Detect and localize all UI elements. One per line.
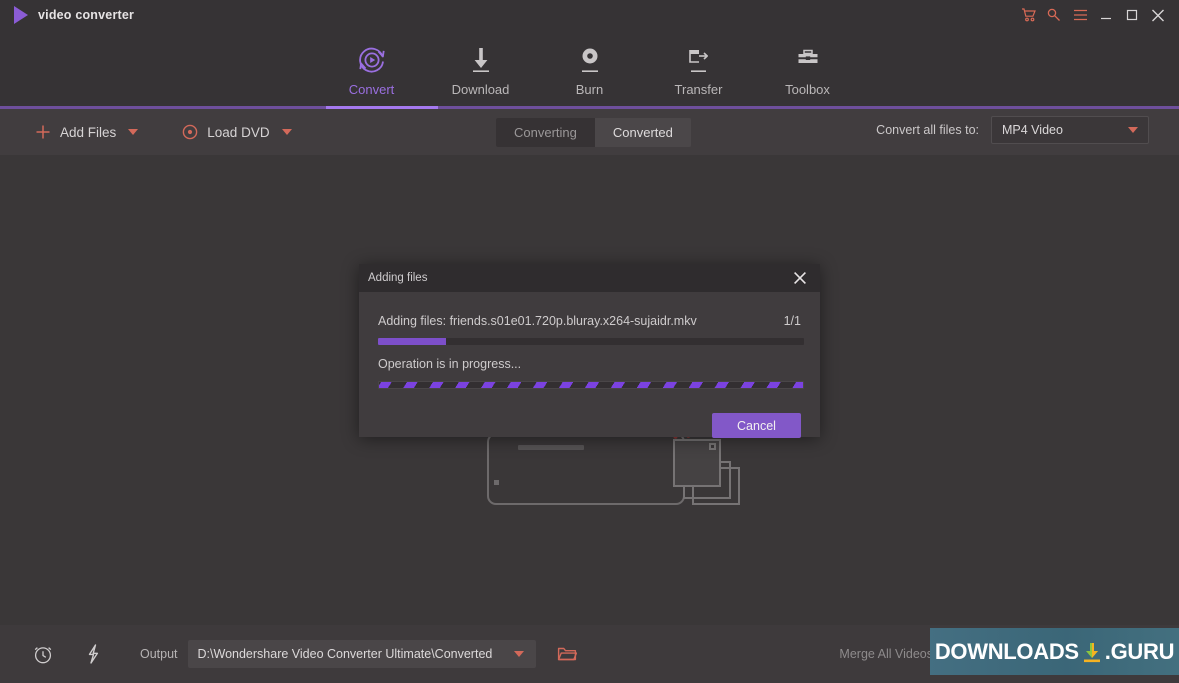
- nav-item-transfer[interactable]: Transfer: [644, 34, 753, 97]
- main-navigation-bar: Convert Download Burn Transfer Toolbox: [0, 30, 1179, 108]
- adding-files-dialog: Adding files Adding files: friends.s01e0…: [359, 264, 820, 438]
- key-icon[interactable]: [1041, 0, 1067, 30]
- downloads-guru-watermark: DOWNLOADS .GURU: [930, 628, 1179, 675]
- load-dvd-dropdown-caret[interactable]: [281, 129, 292, 135]
- nav-label-transfer: Transfer: [674, 82, 723, 97]
- app-title: video converter: [38, 8, 135, 22]
- dialog-body: Adding files: friends.s01e01.720p.bluray…: [359, 292, 820, 438]
- chevron-down-icon: [1128, 127, 1138, 133]
- add-files-label: Add Files: [60, 124, 117, 140]
- illustration-card-tab: [709, 443, 716, 450]
- chevron-down-icon[interactable]: [513, 651, 524, 657]
- file-progress-bar: [378, 338, 804, 345]
- nav-item-toolbox[interactable]: Toolbox: [753, 34, 862, 97]
- converting-converted-tabs: Converting Converted: [496, 118, 691, 147]
- transfer-arrow-icon: [683, 42, 715, 76]
- nav-label-toolbox: Toolbox: [785, 82, 830, 97]
- adding-files-status: Adding files: friends.s01e01.720p.bluray…: [378, 314, 697, 328]
- cancel-button[interactable]: Cancel: [712, 413, 801, 438]
- disc-icon: [182, 124, 198, 140]
- nav-item-convert[interactable]: Convert: [317, 34, 426, 97]
- nav-label-download: Download: [451, 82, 510, 97]
- maximize-icon[interactable]: [1119, 0, 1145, 30]
- app-brand: video converter: [0, 6, 134, 24]
- plus-icon: [36, 125, 50, 139]
- output-format-select[interactable]: MP4 Video: [991, 116, 1149, 144]
- convert-circle-play-icon: [356, 42, 388, 76]
- close-icon[interactable]: [1145, 0, 1171, 30]
- lightning-bolt-icon[interactable]: [78, 639, 108, 669]
- add-files-dropdown-caret[interactable]: [128, 129, 139, 135]
- title-bar: video converter: [0, 0, 1179, 30]
- tab-converted[interactable]: Converted: [594, 118, 691, 147]
- illustration-bar: [518, 445, 584, 450]
- dialog-title: Adding files: [368, 272, 428, 284]
- menu-icon[interactable]: [1067, 0, 1093, 30]
- convert-all-label: Convert all files to:: [876, 123, 979, 137]
- nav-label-convert: Convert: [348, 82, 395, 97]
- convert-all-control: Convert all files to: MP4 Video: [876, 116, 1149, 144]
- output-format-value: MP4 Video: [1002, 123, 1063, 137]
- nav-label-burn: Burn: [575, 82, 604, 97]
- tab-converting[interactable]: Converting: [496, 118, 595, 147]
- cart-icon[interactable]: [1015, 0, 1041, 30]
- indeterminate-progress-bar: [378, 381, 804, 389]
- drag-drop-files-illustration: [487, 425, 740, 520]
- dialog-status-row: Adding files: friends.s01e01.720p.bluray…: [378, 314, 801, 328]
- nav-items: Convert Download Burn Transfer Toolbox: [0, 30, 1179, 97]
- illustration-panel: [487, 433, 685, 505]
- output-path-field[interactable]: D:\Wondershare Video Converter Ultimate\…: [187, 640, 536, 668]
- download-arrow-icon: [1081, 640, 1103, 664]
- load-dvd-button[interactable]: Load DVD: [182, 109, 270, 155]
- toolbox-icon: [793, 42, 823, 76]
- dialog-title-bar: Adding files: [359, 264, 820, 292]
- nav-item-download[interactable]: Download: [426, 34, 535, 97]
- illustration-dot: [494, 480, 499, 485]
- close-icon[interactable]: [789, 267, 811, 289]
- merge-all-videos-toggle[interactable]: Merge All Videos: [839, 647, 933, 661]
- nav-item-burn[interactable]: Burn: [535, 34, 644, 97]
- download-arrow-icon: [466, 42, 496, 76]
- play-triangle-icon: [14, 6, 28, 24]
- watermark-text-left: DOWNLOADS: [934, 638, 1079, 664]
- minimize-icon[interactable]: [1093, 0, 1119, 30]
- file-progress-fill: [378, 338, 447, 345]
- window-controls: [1015, 0, 1171, 30]
- alarm-clock-icon[interactable]: [28, 639, 58, 669]
- watermark-text-right: .GURU: [1104, 638, 1175, 664]
- output-label: Output: [140, 647, 178, 661]
- file-counter: 1/1: [783, 314, 801, 328]
- output-path-value: D:\Wondershare Video Converter Ultimate\…: [197, 647, 493, 661]
- open-folder-icon[interactable]: [552, 639, 582, 669]
- add-files-button[interactable]: Add Files: [35, 109, 116, 155]
- load-dvd-label: Load DVD: [207, 124, 270, 140]
- burn-disc-icon: [575, 42, 605, 76]
- operation-status-text: Operation is in progress...: [378, 357, 522, 371]
